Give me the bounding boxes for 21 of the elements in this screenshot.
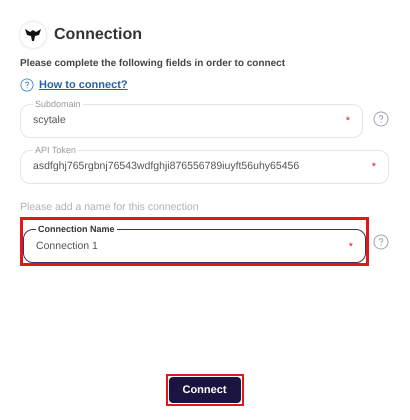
text-field[interactable]: Connection Name Connection 1 * [23, 225, 366, 264]
field-label: Connection Name [37, 225, 116, 234]
field-label: API Token [34, 146, 77, 154]
page-title: Connection [54, 25, 142, 45]
subtitle: Please complete the following fields in order to connect [20, 57, 286, 71]
field-value: asdfghj765rgbnj76543wdfghji876556789iuyft56uhy65456 [33, 159, 300, 174]
field-value: Connection 1 [36, 238, 99, 254]
logo-icon [20, 22, 46, 48]
help-icon[interactable] [20, 78, 34, 92]
help-icon[interactable] [373, 234, 389, 250]
text-field[interactable]: API Token asdfghj765rgbnj76543wdfghji876556789iuyft56uhy65456 * [20, 146, 389, 184]
field-label: Subdomain [34, 100, 82, 108]
required-mark: * [372, 160, 376, 175]
help-icon[interactable] [373, 110, 389, 126]
connect-button[interactable]: Connect [168, 376, 240, 403]
field-value: scytale [33, 113, 67, 128]
required-mark: * [346, 114, 350, 129]
how-to-connect-link[interactable]: How to connect? [39, 77, 128, 94]
field-hint: Please add a name for this connection [20, 200, 200, 214]
text-field[interactable]: Subdomain scytale * [20, 100, 363, 138]
required-mark: * [348, 240, 353, 254]
